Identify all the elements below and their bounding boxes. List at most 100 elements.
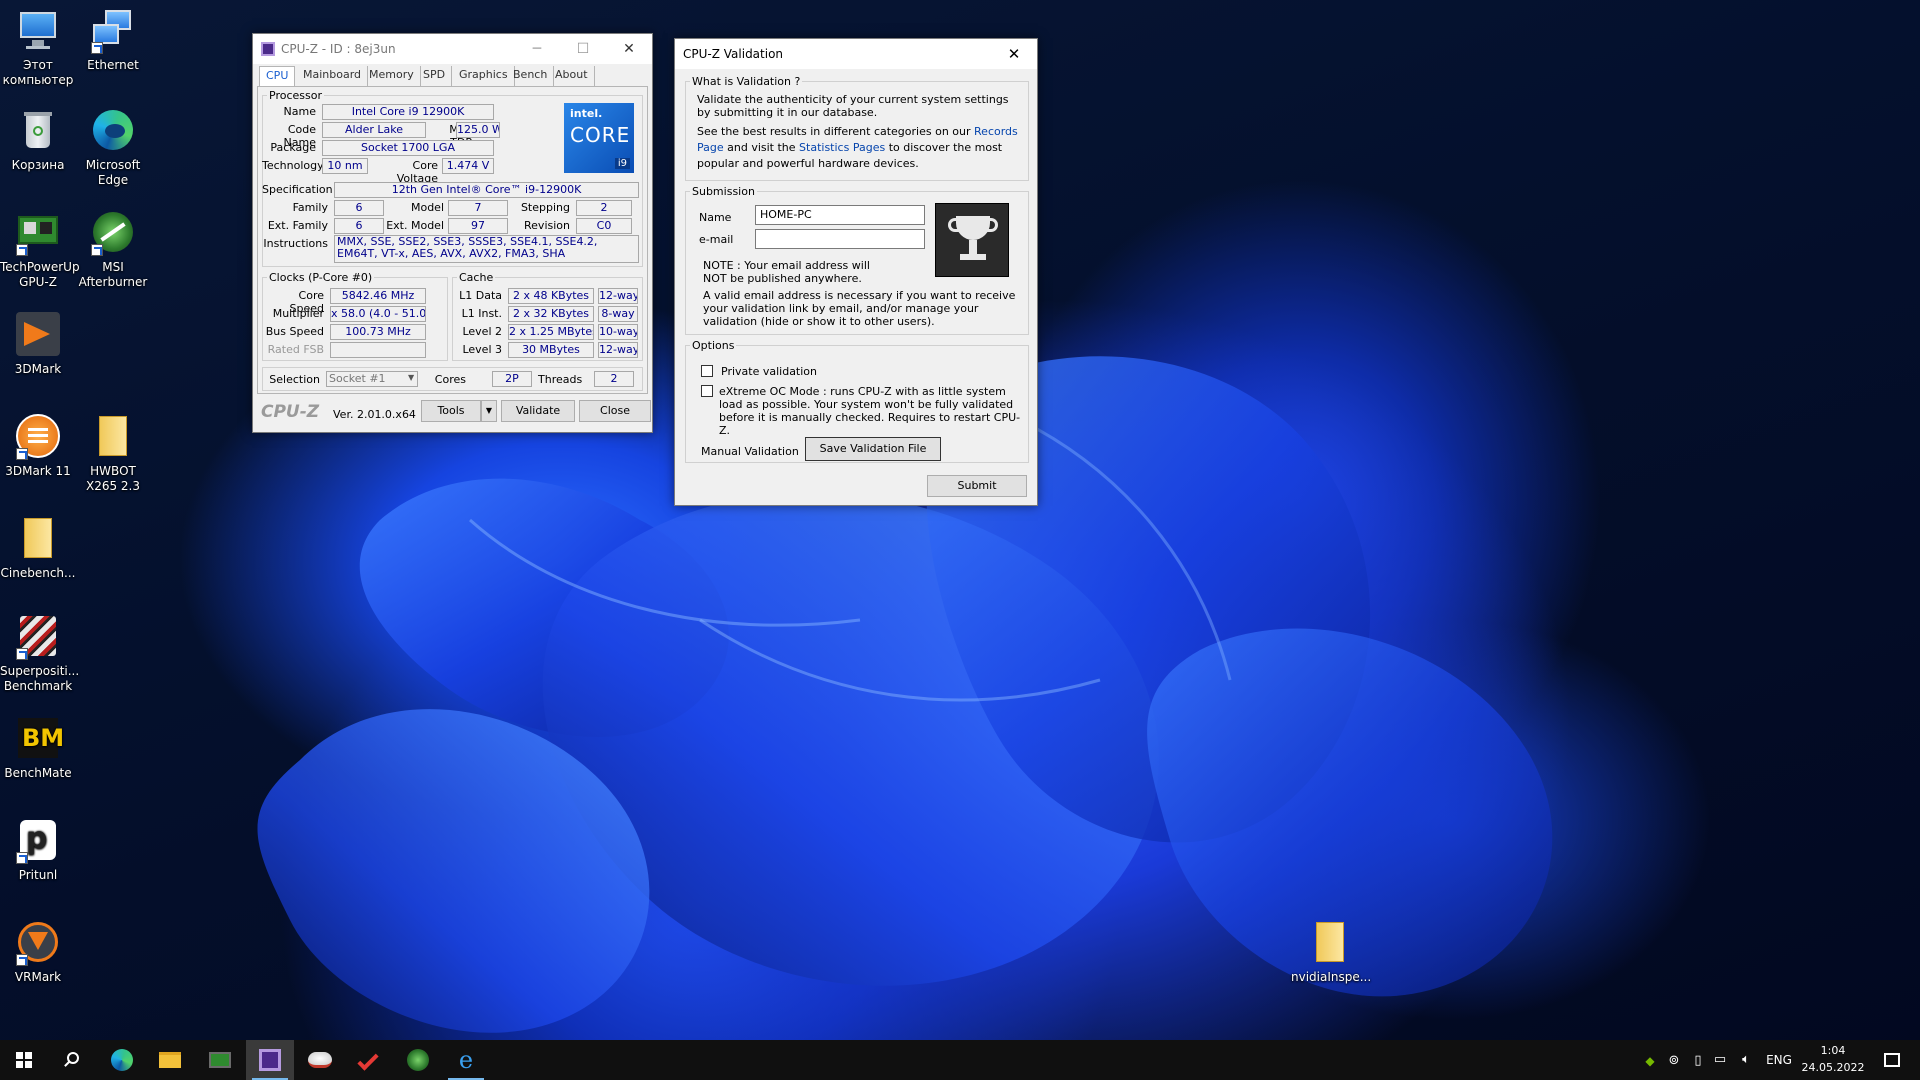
package-value: Socket 1700 LGA	[322, 140, 494, 156]
submit-label: Submit	[957, 479, 997, 492]
desktop-icon-afterburner[interactable]: MSI Afterburner	[75, 208, 151, 290]
tab-cpu[interactable]: CPU	[259, 66, 296, 86]
cache-l3-size: 30 MBytes	[508, 342, 594, 358]
extreme-oc-checkbox[interactable]	[701, 385, 713, 397]
close-button[interactable]: Close	[579, 400, 651, 422]
desktop-icon-nvidiainspector[interactable]: nvidiaInspe...	[1291, 918, 1372, 985]
model-label: Model	[410, 201, 444, 214]
package-label: Package	[270, 141, 316, 154]
close-icon[interactable]: ✕	[991, 39, 1037, 69]
tab-about[interactable]: About	[549, 66, 595, 86]
what-text2-b: and visit the	[727, 141, 796, 154]
desktop-icon-gpuz[interactable]: TechPowerUp GPU-Z	[0, 208, 80, 290]
taskbar-app-hwinfo[interactable]	[344, 1040, 392, 1080]
desktop-icon-label: Ethernet	[87, 58, 139, 72]
model-value: 7	[448, 200, 508, 216]
language-indicator[interactable]: ENG	[1762, 1053, 1796, 1067]
family-label: Family	[292, 201, 328, 214]
email-note: NOTE : Your email address will NOT be pu…	[703, 259, 870, 285]
email-note-detail: A valid email address is necessary if yo…	[703, 289, 1016, 328]
desktop-icon-pritunl[interactable]: p Pritunl	[0, 816, 76, 883]
clock-time[interactable]: 1:04	[1800, 1044, 1866, 1057]
private-validation-checkbox[interactable]	[701, 365, 713, 377]
desktop-icon-label: MSI Afterburner	[78, 260, 148, 289]
tools-dropdown-button[interactable]: ▼	[481, 400, 497, 422]
chevron-down-icon: ▼	[408, 373, 415, 382]
desktop-icon-3dmark11[interactable]: 3DMark 11	[0, 412, 76, 479]
tab-spd[interactable]: SPD	[417, 66, 453, 86]
desktop-icon-label: nvidiaInspe...	[1291, 970, 1372, 984]
tab-bench[interactable]: Bench	[507, 66, 555, 86]
taskbar-edge[interactable]	[98, 1040, 146, 1080]
clock-date[interactable]: 24.05.2022	[1800, 1061, 1866, 1074]
taskbar-app-cloud[interactable]	[296, 1040, 344, 1080]
nvidia-tray-icon[interactable]: ◆	[1640, 1054, 1660, 1068]
selection-label: Selection	[269, 373, 320, 386]
folder-icon	[1306, 918, 1354, 966]
desktop-icon-benchmate[interactable]: BM BenchMate	[0, 714, 76, 781]
cache-l1i-label: L1 Inst.	[461, 307, 502, 320]
name-label: Name	[283, 105, 316, 118]
validate-button[interactable]: Validate	[501, 400, 575, 422]
statistics-pages-link[interactable]: Statistics Pages	[799, 141, 885, 154]
specification-label: Specification	[262, 183, 333, 196]
validation-window[interactable]: CPU-Z Validation ✕ What is Validation ? …	[674, 38, 1038, 506]
corevoltage-value: 1.474 V	[442, 158, 494, 174]
desktop-icon-label: 3DMark 11	[5, 464, 71, 478]
validation-titlebar[interactable]: CPU-Z Validation ✕	[675, 39, 1037, 69]
busspeed-value: 100.73 MHz	[330, 324, 426, 340]
cpuz-titlebar[interactable]: CPU-Z - ID : 8ej3un ─ ☐ ✕	[253, 34, 652, 64]
cpuz-window[interactable]: CPU-Z - ID : 8ej3un ─ ☐ ✕ CPU Mainboard …	[252, 33, 653, 433]
desktop-icon-label: Корзина	[11, 158, 65, 172]
desktop-icon-cinebench[interactable]: Cinebench...	[0, 514, 76, 581]
network-icon[interactable]: ▭	[1710, 1052, 1730, 1067]
desktop-icon-vrmark[interactable]: VRMark	[0, 918, 76, 985]
tray-app-icon[interactable]: ⊚	[1664, 1053, 1684, 1068]
desktop-icon-edge[interactable]: Microsoft Edge	[75, 106, 151, 188]
submit-button[interactable]: Submit	[927, 475, 1027, 497]
manual-validation-label: Manual Validation	[701, 445, 799, 458]
name-input[interactable]: HOME-PC	[755, 205, 925, 225]
usb-drive-icon[interactable]: ▯	[1690, 1053, 1706, 1068]
taskbar-afterburner[interactable]	[394, 1040, 442, 1080]
superposition-icon	[14, 612, 62, 660]
start-button[interactable]	[0, 1040, 48, 1080]
tab-mainboard[interactable]: Mainboard	[297, 66, 369, 86]
desktop-icon-this-pc[interactable]: Этот компьютер	[0, 6, 76, 88]
notification-center-button[interactable]	[1868, 1040, 1916, 1080]
cpuz-icon	[259, 1049, 281, 1071]
cpuz-version: Ver. 2.01.0.x64	[333, 408, 416, 421]
maximize-icon[interactable]: ☐	[560, 34, 606, 64]
tab-memory[interactable]: Memory	[363, 66, 421, 86]
desktop-icon-label: Этот компьютер	[2, 58, 74, 87]
desktop-icon-superposition[interactable]: Superpositi... Benchmark	[0, 612, 79, 694]
tab-graphics[interactable]: Graphics	[453, 66, 515, 86]
cache-l1d-label: L1 Data	[459, 289, 502, 302]
taskbar-cpuz[interactable]	[246, 1040, 294, 1080]
desktop-icon-recycle-bin[interactable]: Корзина	[0, 106, 76, 173]
save-validation-file-button[interactable]: Save Validation File	[805, 437, 941, 461]
volume-icon[interactable]: 🔈︎	[1736, 1052, 1756, 1067]
codename-value: Alder Lake	[322, 122, 426, 138]
selection-dropdown[interactable]: Socket #1	[326, 371, 418, 387]
edge-icon	[89, 106, 137, 154]
taskbar-gpuz[interactable]	[196, 1040, 244, 1080]
tools-button[interactable]: Tools	[421, 400, 481, 422]
desktop-icon-3dmark[interactable]: 3DMark	[0, 310, 76, 377]
email-input[interactable]	[755, 229, 925, 249]
submission-legend: Submission	[692, 185, 755, 198]
close-icon[interactable]: ✕	[606, 34, 652, 64]
minimize-icon[interactable]: ─	[514, 34, 560, 64]
specification-value: 12th Gen Intel® Core™ i9-12900K	[334, 182, 639, 198]
desktop-icon-hwbot[interactable]: HWBOT X265 2.3	[75, 412, 151, 494]
taskbar-file-explorer[interactable]	[146, 1040, 194, 1080]
search-button[interactable]	[48, 1040, 96, 1080]
cache-l1d-size: 2 x 48 KBytes	[508, 288, 594, 304]
desktop-icon-ethernet[interactable]: Ethernet	[75, 6, 151, 73]
private-validation-label: Private validation	[721, 365, 818, 378]
taskbar-internet-explorer[interactable]: e	[442, 1040, 490, 1080]
cpuz-app-icon	[261, 42, 275, 56]
cache-l1d-way: 12-way	[598, 288, 638, 304]
name-label: Name	[699, 211, 732, 224]
what-text1: Validate the authenticity of your curren…	[697, 93, 1009, 119]
